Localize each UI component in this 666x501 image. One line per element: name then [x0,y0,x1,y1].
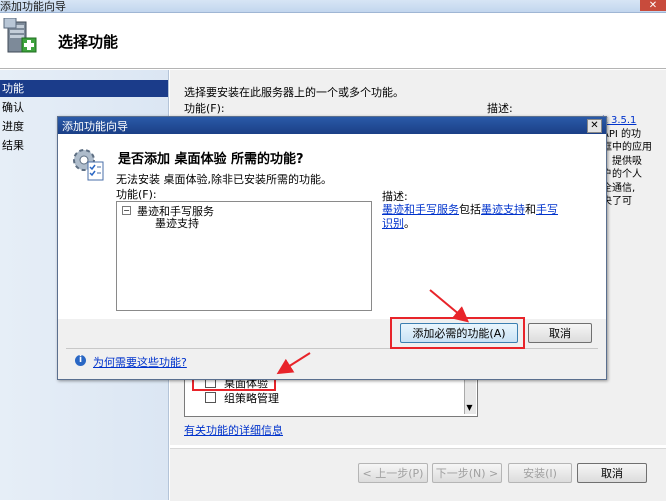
arrow-to-add-button [429,289,470,323]
arrow-to-desktop-experience [276,352,311,375]
annotation-arrows [276,289,470,375]
